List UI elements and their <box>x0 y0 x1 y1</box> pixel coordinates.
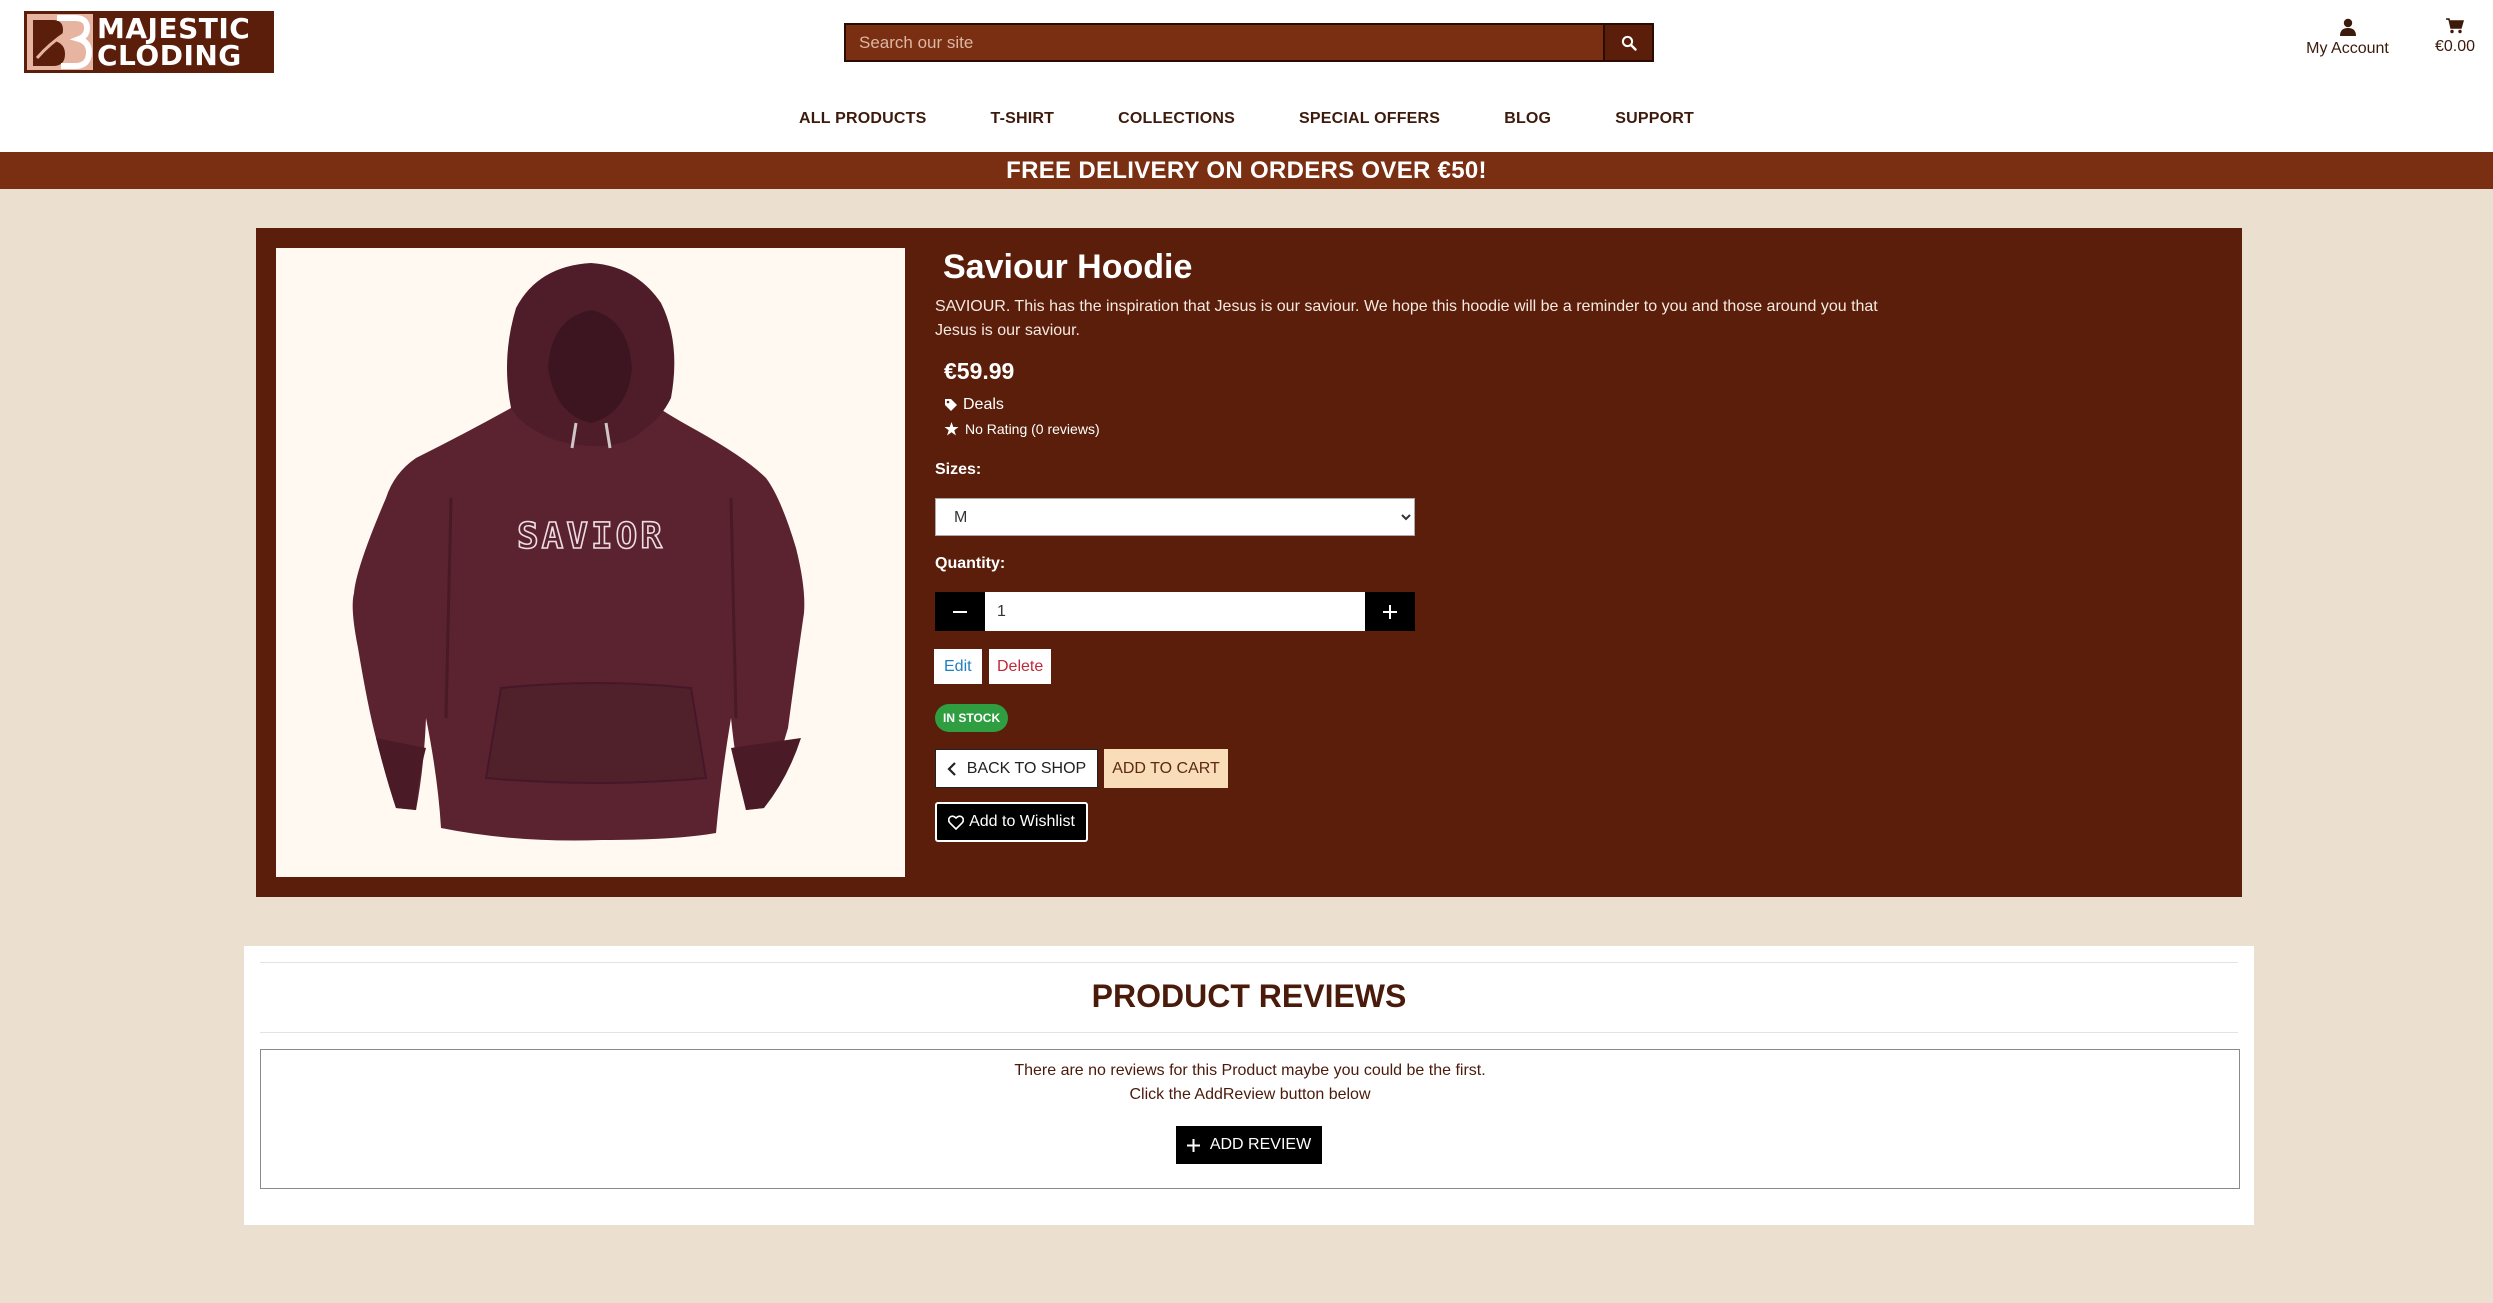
edit-product-button[interactable]: Edit <box>934 649 982 684</box>
hoodie-print: SAVIOR <box>517 516 665 557</box>
nav-special-offers[interactable]: SPECIAL OFFERS <box>1299 110 1440 128</box>
add-to-wishlist-label: Add to Wishlist <box>969 813 1075 830</box>
reviews-divider-bottom <box>260 1032 2238 1033</box>
add-to-cart-button[interactable]: ADD TO CART <box>1104 749 1228 788</box>
reviews-divider-top <box>260 962 2238 963</box>
logo-line-2: CLODING <box>97 39 242 72</box>
add-review-label: ADD REVIEW <box>1209 1136 1312 1153</box>
quantity-increase-button[interactable] <box>1365 592 1415 631</box>
main-nav: ALL PRODUCTS T-SHIRT COLLECTIONS SPECIAL… <box>0 110 2493 128</box>
nav-blog[interactable]: BLOG <box>1504 110 1551 128</box>
plus-icon <box>1186 1138 1200 1152</box>
star-icon <box>944 422 959 436</box>
stock-badge: IN STOCK <box>935 704 1009 732</box>
search-input[interactable] <box>846 25 1603 60</box>
nav-collections[interactable]: COLLECTIONS <box>1118 110 1235 128</box>
cart-icon <box>2446 18 2464 34</box>
sizes-label: Sizes: <box>935 461 982 478</box>
my-account-label: My Account <box>2306 40 2389 57</box>
product-price: €59.99 <box>944 358 1015 384</box>
my-account-link[interactable]: My Account <box>2300 16 2395 58</box>
site-logo[interactable]: MAJESTIC CLODING <box>24 11 274 73</box>
hoodie-image: SAVIOR <box>352 263 805 841</box>
nav-support[interactable]: SUPPORT <box>1615 110 1694 128</box>
product-image: SAVIOR <box>276 248 905 877</box>
category-link[interactable]: Deals <box>944 396 1004 414</box>
size-select[interactable]: M <box>935 498 1415 536</box>
back-to-shop-button[interactable]: BACK TO SHOP <box>935 749 1098 788</box>
product-title: Saviour Hoodie <box>943 248 1193 286</box>
no-reviews-text: There are no reviews for this Product ma… <box>1014 1062 1486 1079</box>
tag-icon <box>945 399 957 411</box>
category-label: Deals <box>963 396 1004 413</box>
product-description: SAVIOUR. This has the inspiration that J… <box>935 298 1878 339</box>
nav-all-products[interactable]: ALL PRODUCTS <box>799 110 926 128</box>
delivery-banner: FREE DELIVERY ON ORDERS OVER €50! <box>0 152 2493 189</box>
quantity-input[interactable] <box>985 592 1365 631</box>
minus-icon <box>953 610 967 613</box>
cart-total: €0.00 <box>2434 38 2476 55</box>
search-button[interactable] <box>1603 25 1652 60</box>
reviews-title: PRODUCT REVIEWS <box>1091 978 1407 1014</box>
product-rating: No Rating (0 reviews) <box>944 421 1100 437</box>
search-icon <box>1621 35 1637 51</box>
search-bar <box>844 23 1654 62</box>
reviews-section: PRODUCT REVIEWS There are no reviews for… <box>244 946 2254 1225</box>
nav-t-shirt[interactable]: T-SHIRT <box>990 110 1054 128</box>
delete-product-button[interactable]: Delete <box>989 649 1052 684</box>
user-icon <box>2339 18 2356 36</box>
logo-mark-icon <box>27 14 93 70</box>
add-review-hint: Click the AddReview button below <box>1129 1086 1371 1103</box>
plus-icon <box>1383 604 1397 619</box>
heart-icon <box>948 814 965 830</box>
logo-text: MAJESTIC CLODING <box>97 12 251 72</box>
quantity-stepper <box>935 592 1415 631</box>
quantity-label: Quantity: <box>935 555 1006 572</box>
logo-line-1: MAJESTIC <box>97 12 251 45</box>
quantity-decrease-button[interactable] <box>935 592 985 631</box>
add-to-wishlist-button[interactable]: Add to Wishlist <box>935 802 1088 842</box>
chevron-left-icon <box>947 761 956 776</box>
back-to-shop-label: BACK TO SHOP <box>966 759 1087 777</box>
reviews-box: There are no reviews for this Product ma… <box>260 1049 2240 1189</box>
product-detail: SAVIOR Saviour Hoodie SAVIOUR. This has … <box>256 228 2242 897</box>
add-review-button[interactable]: ADD REVIEW <box>1176 1126 1322 1164</box>
rating-text: No Rating (0 reviews) <box>965 421 1100 437</box>
site-header: MAJESTIC CLODING My Account €0.00 ALL PR… <box>0 0 2493 152</box>
cart-link[interactable]: €0.00 <box>2425 16 2485 56</box>
